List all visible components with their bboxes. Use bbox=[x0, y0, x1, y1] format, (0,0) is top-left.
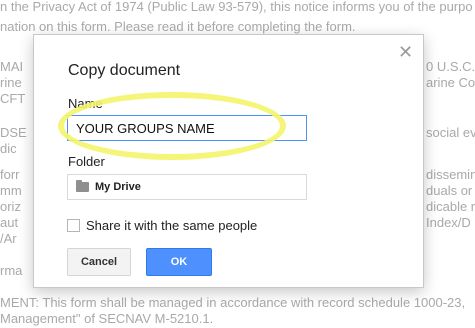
bg-text-line: aut bbox=[0, 215, 19, 230]
folder-picker[interactable]: My Drive bbox=[67, 174, 307, 200]
bg-text-line: dic bbox=[0, 141, 17, 156]
bg-text-line: n the Privacy Act of 1974 (Public Law 93… bbox=[0, 0, 473, 14]
folder-icon bbox=[76, 180, 89, 192]
share-checkbox-row[interactable]: Share it with the same people bbox=[67, 218, 257, 233]
bg-text-line: 0 U.S.C. bbox=[426, 59, 475, 74]
bg-text-line: Index/D bbox=[426, 215, 471, 230]
bg-text-line: DSE bbox=[0, 125, 27, 140]
dialog-title: Copy document bbox=[68, 62, 181, 79]
share-checkbox[interactable] bbox=[67, 219, 80, 232]
folder-label: Folder bbox=[68, 154, 105, 169]
folder-value: My Drive bbox=[95, 181, 141, 193]
bg-text-line: nation on this form. Please read it befo… bbox=[0, 19, 356, 34]
cancel-button[interactable]: Cancel bbox=[67, 248, 131, 276]
bg-text-line: rma bbox=[0, 263, 23, 278]
bg-text-line: Management" of SECNAV M-5210.1. bbox=[0, 311, 214, 326]
bg-text-line: dissemin bbox=[426, 167, 475, 182]
close-icon[interactable]: ✕ bbox=[398, 43, 413, 61]
bg-text-line: mm bbox=[0, 183, 22, 198]
share-checkbox-label: Share it with the same people bbox=[86, 218, 258, 233]
bg-text-line: dicable r bbox=[426, 199, 475, 214]
bg-text-line: rine bbox=[0, 75, 22, 90]
copy-document-dialog: ✕ Copy document Name Folder My Drive Sha… bbox=[33, 34, 424, 288]
bg-text-line: MAI bbox=[0, 59, 24, 74]
bg-text-line: arine Co bbox=[426, 75, 475, 90]
bg-text-line: forr bbox=[0, 167, 20, 182]
name-label: Name bbox=[68, 96, 103, 111]
bg-text-line: /Ar bbox=[0, 231, 17, 246]
name-input[interactable] bbox=[67, 115, 307, 141]
bg-text-line: social ev bbox=[426, 125, 475, 140]
bg-text-line: oriz bbox=[0, 199, 21, 214]
bg-text-line: CFT bbox=[0, 91, 26, 106]
bg-text-line: duals or bbox=[426, 183, 473, 198]
ok-button[interactable]: OK bbox=[146, 248, 212, 276]
bg-text-line: MENT: This form shall be managed in acco… bbox=[0, 295, 466, 310]
